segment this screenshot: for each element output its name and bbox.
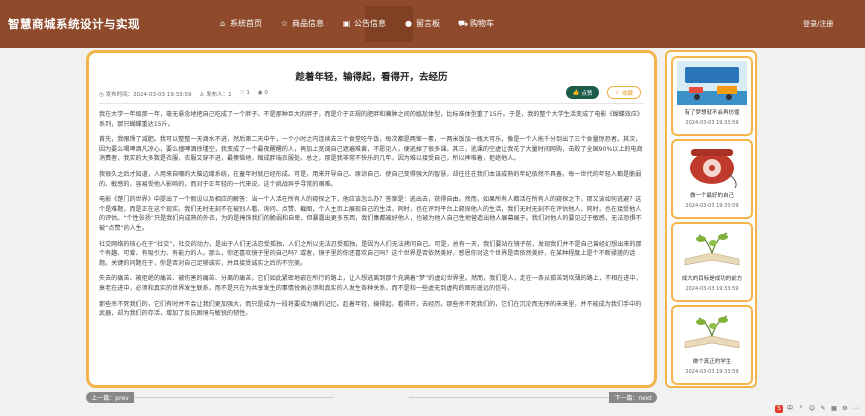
article-title: 趁着年轻，输得起，看得开，去经历 <box>295 72 448 83</box>
like-button[interactable]: 👍 点赞 <box>566 86 599 99</box>
related-item[interactable]: 做一个最好的自己 2024-03-03 19:33:59 <box>671 139 753 219</box>
related-date: 2024-03-03 19:33:59 <box>685 369 739 375</box>
nav-label: 公告信息 <box>354 18 386 28</box>
view-count: ◉ 0 <box>257 90 268 96</box>
main-nav: ⌂ 系统首页 ☆ 商品信息 ▣ 公告信息 ● 留言板 ⛟ 购物车 <box>218 16 512 30</box>
book-plant-image <box>677 310 747 354</box>
nav-item-products[interactable]: ☆ 商品信息 <box>280 16 324 30</box>
pager-line <box>134 397 334 398</box>
traffic-poster-image <box>677 61 747 105</box>
author: ♙ 发布人：1 <box>199 92 232 98</box>
ime-tray: S 中 ° ☺ ✎ ▦ ⚙ ⋯ <box>775 402 865 416</box>
star-icon: ☆ <box>615 89 620 96</box>
related-item[interactable]: 有了梦想就不会再彷徨 2024-03-03 19:33:59 <box>671 56 753 136</box>
nav-label: 系统首页 <box>230 18 262 28</box>
paragraph: 失去的痛苦、被拒绝的痛苦、被伤害的痛苦、分离的痛苦，它们如此紧密地嵌在所行的路上… <box>99 275 642 292</box>
ime-language-icon[interactable]: 中 <box>786 405 794 413</box>
ime-handwrite-icon[interactable]: ✎ <box>819 405 827 413</box>
related-item[interactable]: 做个真正的学生 2024-03-03 19:33:59 <box>671 305 753 385</box>
nav-label: 留言板 <box>416 18 440 28</box>
prev-article-button[interactable]: 上一篇：prev <box>86 392 134 403</box>
nav-item-notices[interactable]: ▣ 公告信息 <box>342 16 386 30</box>
ime-more-icon[interactable]: ⋯ <box>852 405 860 413</box>
paragraph: 社交网络的核心在于“社交”，社交的动力，是出于人们无法忍受孤独，人们之所以无法忍… <box>99 240 642 267</box>
nav-label: 购物车 <box>470 18 494 28</box>
collect-button[interactable]: ☆ 收藏 <box>607 86 641 99</box>
related-title: 做一个最好的自己 <box>689 193 734 199</box>
article-card: 趁着年轻，输得起，看得开，去经历 ◷ 发布时间：2024-03-03 19:33… <box>86 50 657 388</box>
notice-icon: ▣ <box>342 18 351 28</box>
related-date: 2024-03-03 19:33:59 <box>685 203 739 209</box>
article-content: 我在大学一年级那一年，毫无悬念地把自己吃成了一个胖子。不是那种巨大的胖子，而是介… <box>99 110 647 325</box>
publish-time: ◷ 发布时间：2024-03-03 19:33:59 <box>99 92 192 98</box>
brand-title: 智慧商城系统设计与实现 <box>8 17 140 31</box>
paragraph: 我在大学一年级那一年，毫无悬念地把自己吃成了一个胖子。不是那种巨大的胖子，而是介… <box>99 111 644 128</box>
ime-emoji-icon[interactable]: ☺ <box>808 405 816 413</box>
related-title: 有了梦想就不会再彷徨 <box>684 110 740 116</box>
top-header: 智慧商城系统设计与实现 ⌂ 系统首页 ☆ 商品信息 ▣ 公告信息 ● 留言板 ⛟… <box>0 0 865 48</box>
nav-item-cart[interactable]: ⛟ 购物车 <box>458 16 494 30</box>
paragraph: 首先，我眼馋了减肥。我可以整整一天滴水不进，然后第二天中午，一个小时之内连续去三… <box>99 136 643 163</box>
star-icon: ☆ <box>280 18 289 28</box>
cart-icon: ⛟ <box>458 18 469 28</box>
article-meta: ◷ 发布时间：2024-03-03 19:33:59 ♙ 发布人：1 ♡ 1 ◉… <box>99 90 268 98</box>
ime-keyboard-icon[interactable]: ▦ <box>830 405 838 413</box>
related-title: 成大的目标是成功的前方 <box>681 276 743 282</box>
telephone-image <box>677 144 747 188</box>
thumbs-up-icon: 👍 <box>572 89 580 96</box>
nav-item-message-board[interactable]: ● 留言板 <box>404 16 440 30</box>
related-title: 做个真正的学生 <box>692 359 732 365</box>
related-sidebar: 有了梦想就不会再彷徨 2024-03-03 19:33:59 做一个最好的自己 … <box>665 50 757 388</box>
related-date: 2024-03-03 19:33:59 <box>685 120 739 126</box>
ime-punctuation-icon[interactable]: ° <box>797 405 805 413</box>
like-count: ♡ 1 <box>239 90 250 96</box>
home-icon: ⌂ <box>219 18 226 28</box>
message-icon: ● <box>405 18 412 28</box>
ime-settings-icon[interactable]: ⚙ <box>841 405 849 413</box>
paragraph: 那些杀不死我们的，它们有时并不会让我们更加强大，而只是成为一段将要成为痛的记忆。… <box>99 300 642 318</box>
pager-line <box>409 397 609 398</box>
nav-item-home[interactable]: ⌂ 系统首页 <box>218 16 262 30</box>
ime-logo-icon[interactable]: S <box>775 405 783 413</box>
book-plant-image <box>677 227 747 271</box>
login-register-link[interactable]: 登录/注册 <box>803 19 833 29</box>
nav-label: 商品信息 <box>292 18 324 28</box>
meta-divider <box>99 103 644 104</box>
paragraph: 我很久之后才知道，人用来自嘲的大脑边缘系统，在童年时就已经形成。可是，用来开导自… <box>99 170 642 188</box>
related-date: 2024-03-03 19:33:59 <box>685 286 739 292</box>
paragraph: 电影《楚门的世界》中提出了一个假设以及相应的解答：当一个人活在所有人的窥探之下，… <box>99 196 642 232</box>
next-article-button[interactable]: 下一篇：next <box>609 392 657 403</box>
related-item[interactable]: 成大的目标是成功的前方 2024-03-03 19:33:59 <box>671 222 753 302</box>
